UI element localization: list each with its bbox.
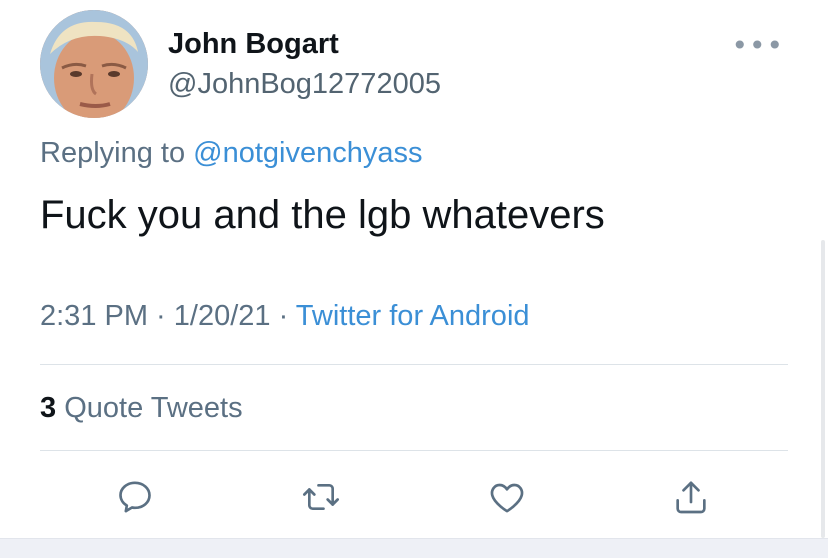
replying-to-label: Replying to bbox=[40, 137, 194, 169]
replying-to: Replying to @notgivenchyass bbox=[40, 137, 423, 170]
quote-tweets-count: 3 bbox=[40, 392, 57, 424]
divider bbox=[40, 364, 788, 365]
reply-icon bbox=[119, 481, 151, 513]
avatar[interactable] bbox=[40, 10, 148, 118]
tweet-text: Fuck you and the lgb whatevers bbox=[40, 193, 605, 237]
quote-tweets-stat[interactable]: 3 Quote Tweets bbox=[40, 392, 243, 425]
tweet-time[interactable]: 2:31 PM bbox=[40, 300, 148, 332]
meta-separator: · bbox=[148, 300, 174, 332]
more-options-icon[interactable]: ••• bbox=[731, 32, 784, 60]
like-button[interactable] bbox=[482, 472, 532, 522]
share-icon bbox=[676, 481, 706, 514]
tweet-metadata: 2:31 PM · 1/20/21 · Twitter for Android bbox=[40, 300, 530, 333]
reply-button[interactable] bbox=[110, 472, 160, 522]
avatar-image bbox=[40, 10, 148, 118]
action-bar bbox=[0, 472, 828, 522]
scrollbar[interactable] bbox=[821, 240, 825, 538]
tweet-source-link[interactable]: Twitter for Android bbox=[296, 300, 530, 332]
user-handle[interactable]: @JohnBog12772005 bbox=[168, 68, 441, 101]
bottom-bar bbox=[0, 538, 828, 558]
retweet-button[interactable] bbox=[296, 472, 346, 522]
retweet-icon bbox=[303, 484, 339, 510]
divider bbox=[40, 450, 788, 451]
tweet-date[interactable]: 1/20/21 bbox=[174, 300, 271, 332]
reply-mention-link[interactable]: @notgivenchyass bbox=[193, 137, 422, 169]
tweet-detail: John Bogart @JohnBog12772005 ••• Replyin… bbox=[0, 0, 828, 558]
display-name[interactable]: John Bogart bbox=[168, 28, 339, 61]
quote-tweets-label: Quote Tweets bbox=[56, 392, 243, 424]
heart-icon bbox=[490, 483, 524, 513]
meta-separator: · bbox=[270, 300, 296, 332]
share-button[interactable] bbox=[666, 472, 716, 522]
